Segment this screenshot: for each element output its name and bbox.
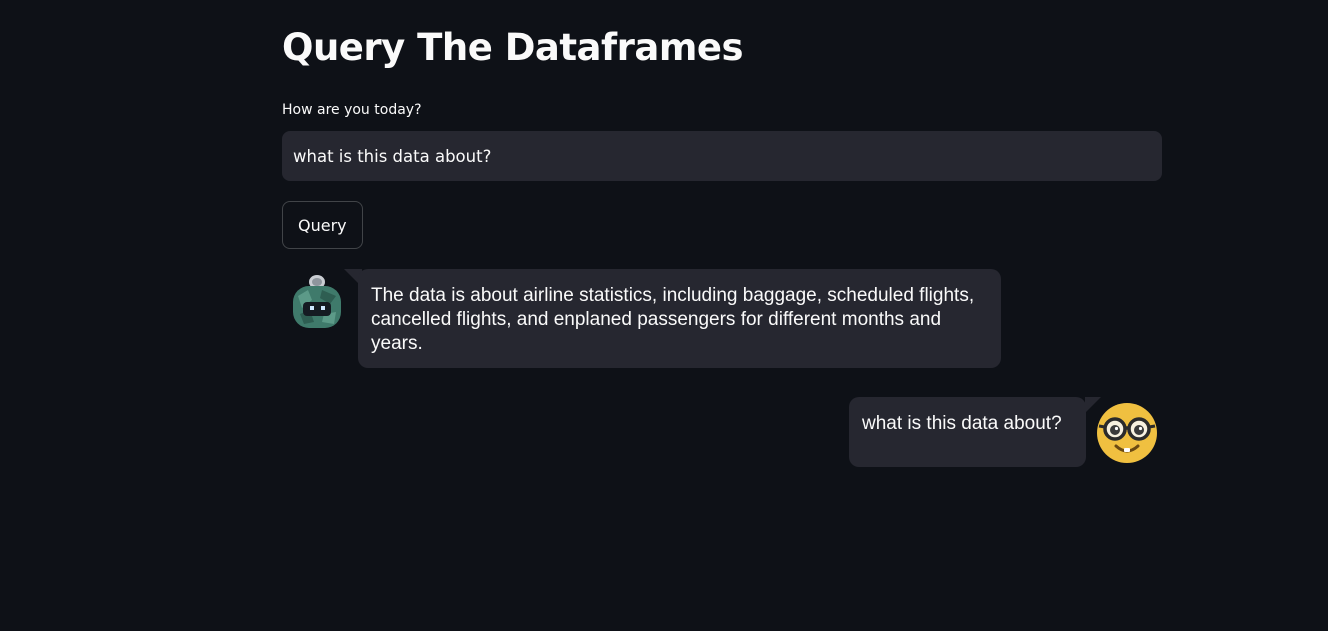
robot-avatar-icon — [290, 274, 344, 332]
user-message-text: what is this data about? — [849, 397, 1086, 467]
query-input-label: How are you today? — [282, 102, 422, 118]
bot-message-text: The data is about airline statistics, in… — [358, 269, 1001, 368]
page-title: Query The Dataframes — [282, 26, 744, 69]
query-button[interactable]: Query — [282, 201, 363, 249]
nerd-face-avatar-icon — [1096, 402, 1158, 464]
query-input[interactable] — [282, 131, 1162, 181]
